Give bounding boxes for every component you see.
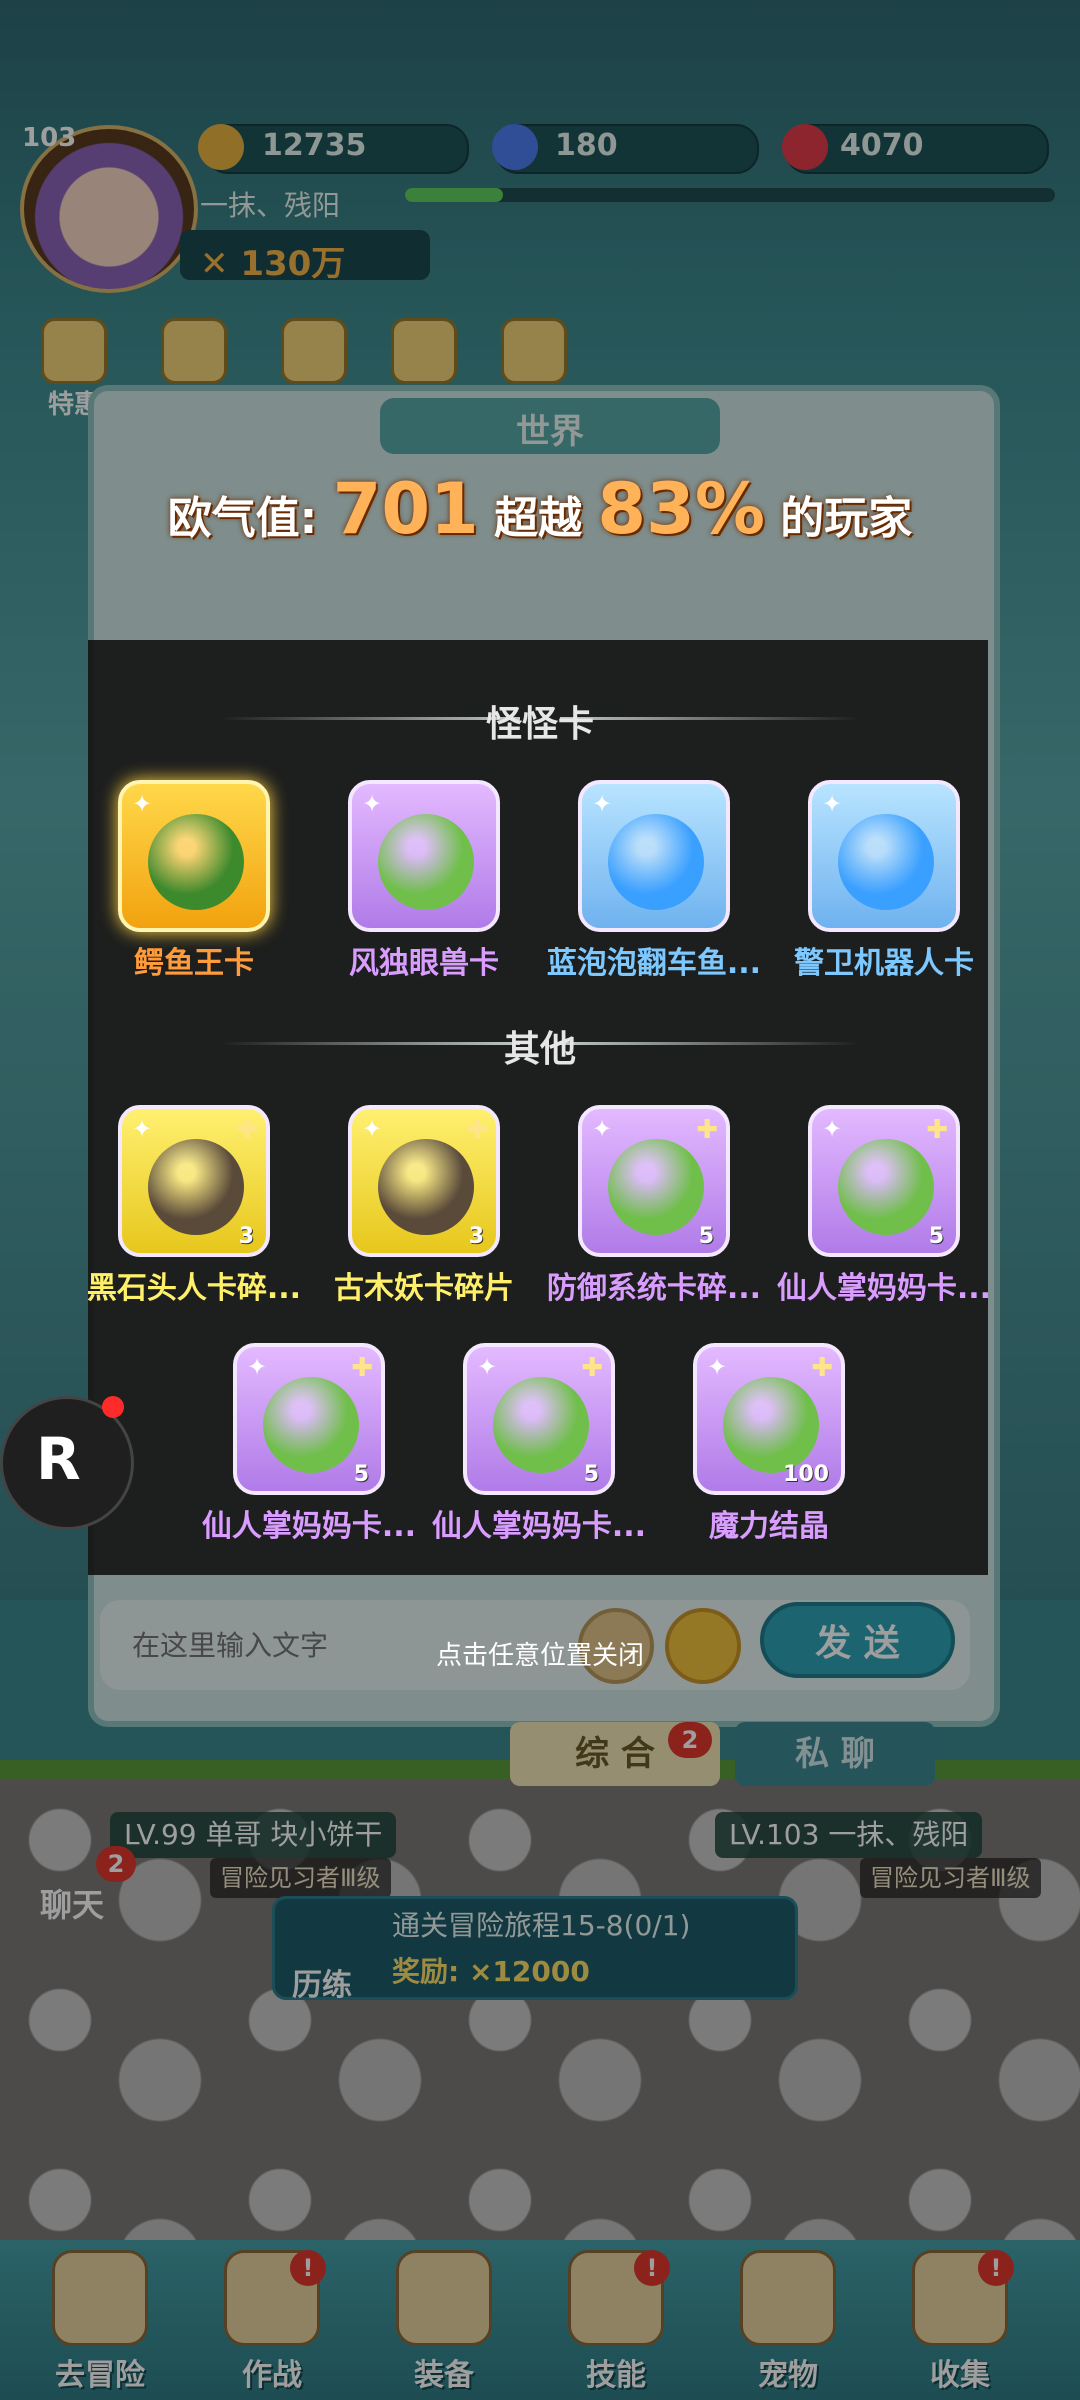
puzzle-piece-icon: ✚ <box>466 1115 488 1145</box>
reward-item[interactable]: ✦ ✚ 5 防御系统卡碎... <box>547 1105 761 1307</box>
reward-item[interactable]: ✦ ✚ 5 仙人掌妈妈卡... <box>202 1343 416 1545</box>
card-art-icon <box>608 814 704 910</box>
r-logo-icon: R <box>36 1425 81 1493</box>
card-type-icon: ✦ <box>362 790 383 818</box>
card-art-icon <box>723 1377 819 1473</box>
card-frame: ✦ <box>348 780 500 932</box>
item-label: 魔力结晶 <box>709 1509 829 1544</box>
reward-item[interactable]: ✦ ✚ 3 古木妖卡碎片 <box>334 1105 514 1307</box>
reward-item[interactable]: ✦ ✚ 3 黑石头人卡碎... <box>87 1105 301 1307</box>
card-art-icon <box>148 814 244 910</box>
card-type-icon: ✦ <box>132 1115 153 1143</box>
close-hint[interactable]: 点击任意位置关闭 <box>0 1635 1080 1672</box>
luck-percent: 83% <box>597 468 765 550</box>
section-title-monster: 怪怪卡 <box>485 704 594 745</box>
card-frame: ✦ ✚ 5 <box>578 1105 730 1257</box>
luck-value: 701 <box>332 468 479 550</box>
card-type-icon: ✦ <box>247 1353 268 1381</box>
item-label: 仙人掌妈妈卡... <box>201 1509 417 1544</box>
luck-mid: 超越 <box>494 493 583 544</box>
card-art-icon <box>378 1139 474 1235</box>
card-type-icon: ✦ <box>592 1115 613 1143</box>
card-frame: ✦ ✚ 5 <box>463 1343 615 1495</box>
item-label: 古木妖卡碎片 <box>334 1271 514 1306</box>
reward-item[interactable]: ✦ ✚ 5 仙人掌妈妈卡... <box>777 1105 991 1307</box>
item-count: 3 <box>238 1224 254 1249</box>
item-label: 风独眼兽卡 <box>349 946 499 981</box>
card-frame: ✦ <box>118 780 270 932</box>
puzzle-piece-icon: ✚ <box>236 1115 258 1145</box>
card-type-icon: ✦ <box>477 1353 498 1381</box>
card-frame: ✦ ✚ 5 <box>808 1105 960 1257</box>
item-label: 蓝泡泡翻车鱼... <box>546 946 762 981</box>
card-art-icon <box>838 814 934 910</box>
card-art-icon <box>493 1377 589 1473</box>
card-art-icon <box>378 814 474 910</box>
card-frame: ✦ ✚ 3 <box>348 1105 500 1257</box>
card-type-icon: ✦ <box>822 1115 843 1143</box>
card-frame: ✦ <box>808 780 960 932</box>
monster-card-item[interactable]: ✦ 鳄鱼王卡 <box>114 780 274 982</box>
puzzle-piece-icon: ✚ <box>926 1115 948 1145</box>
card-type-icon: ✦ <box>592 790 613 818</box>
item-count: 3 <box>468 1224 484 1249</box>
card-frame: ✦ ✚ 5 <box>233 1343 385 1495</box>
luck-summary: 欧气值: 701 超越 83% 的玩家 <box>0 468 1080 550</box>
monster-card-item[interactable]: ✦ 警卫机器人卡 <box>794 780 974 982</box>
item-label: 警卫机器人卡 <box>794 946 974 981</box>
card-frame: ✦ ✚ 100 <box>693 1343 845 1495</box>
item-count: 5 <box>698 1224 714 1249</box>
section-title-other: 其他 <box>503 1029 576 1070</box>
item-label: 防御系统卡碎... <box>546 1271 762 1306</box>
monster-card-item[interactable]: ✦ 风独眼兽卡 <box>344 780 504 982</box>
card-frame: ✦ ✚ 3 <box>118 1105 270 1257</box>
card-type-icon: ✦ <box>707 1353 728 1381</box>
card-type-icon: ✦ <box>362 1115 383 1143</box>
luck-prefix: 欧气值: <box>167 493 318 544</box>
item-count: 5 <box>928 1224 944 1249</box>
item-label: 黑石头人卡碎... <box>86 1271 302 1306</box>
puzzle-piece-icon: ✚ <box>581 1353 603 1383</box>
puzzle-piece-icon: ✚ <box>696 1115 718 1145</box>
item-count: 5 <box>353 1462 369 1487</box>
card-type-icon: ✦ <box>822 790 843 818</box>
puzzle-piece-icon: ✚ <box>351 1353 373 1383</box>
item-label: 鳄鱼王卡 <box>134 946 254 981</box>
item-count: 5 <box>583 1462 599 1487</box>
card-art-icon <box>608 1139 704 1235</box>
item-label: 仙人掌妈妈卡... <box>776 1271 992 1306</box>
item-label: 仙人掌妈妈卡... <box>431 1509 647 1544</box>
card-art-icon <box>263 1377 359 1473</box>
luck-suffix: 的玩家 <box>780 493 913 544</box>
card-art-icon <box>838 1139 934 1235</box>
puzzle-piece-icon: ✚ <box>811 1353 833 1383</box>
card-frame: ✦ <box>578 780 730 932</box>
reward-item[interactable]: ✦ ✚ 100 魔力结晶 <box>689 1343 849 1545</box>
item-count: 100 <box>783 1462 829 1487</box>
monster-card-item[interactable]: ✦ 蓝泡泡翻车鱼... <box>547 780 761 982</box>
notification-dot <box>102 1396 124 1418</box>
card-art-icon <box>148 1139 244 1235</box>
reward-item[interactable]: ✦ ✚ 5 仙人掌妈妈卡... <box>432 1343 646 1545</box>
card-type-icon: ✦ <box>132 790 153 818</box>
